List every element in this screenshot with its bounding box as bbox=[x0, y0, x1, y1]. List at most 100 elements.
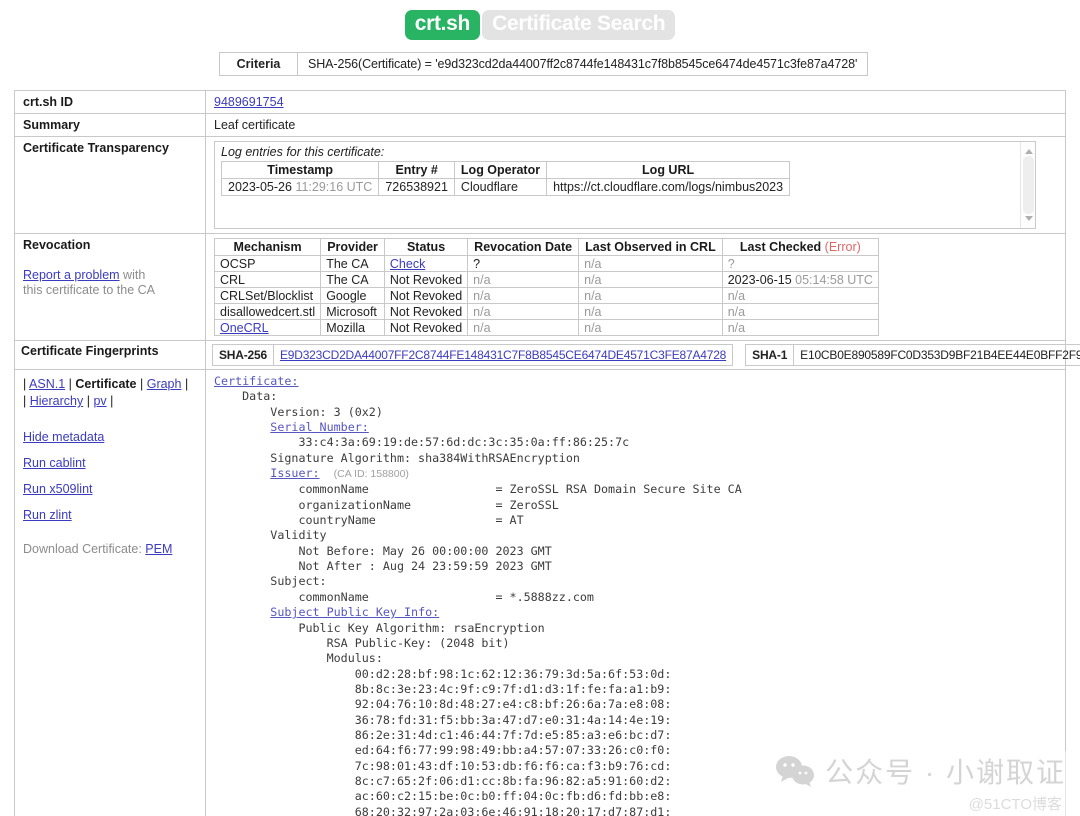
scrollbar-thumb[interactable] bbox=[1023, 156, 1034, 214]
rev-last-observed: n/a bbox=[578, 271, 723, 288]
revocation-table: Mechanism Provider Status Revocation Dat… bbox=[213, 238, 879, 336]
rev-status: Not Revoked bbox=[383, 319, 469, 336]
page-title: Certificate Search bbox=[482, 10, 676, 40]
sha256-value-link[interactable]: E9D323CD2DA44007FF2C8744FE148431C7F8B854… bbox=[280, 348, 726, 362]
rev-error-badge: (Error) bbox=[824, 240, 861, 254]
nav-sep: | bbox=[83, 394, 94, 408]
rev-provider: Mozilla bbox=[320, 319, 385, 336]
label-revocation: Revocation Report a problem with this ce… bbox=[14, 233, 206, 341]
certificate-anchor[interactable]: Certificate: bbox=[214, 374, 298, 388]
sidebar-item-pv[interactable]: pv bbox=[93, 394, 106, 408]
rev-provider: The CA bbox=[320, 271, 385, 288]
rev-last-checked: ? bbox=[721, 255, 879, 272]
crtsh-id-link[interactable]: 9489691754 bbox=[214, 95, 284, 109]
revocation-row: disallowedcert.stl Microsoft Not Revoked n/… bbox=[213, 303, 879, 320]
sha256-value-cell: E9D323CD2DA44007FF2C8744FE148431C7F8B854… bbox=[272, 344, 734, 366]
rev-mechanism: OCSP bbox=[213, 255, 322, 272]
value-revocation: Mechanism Provider Status Revocation Dat… bbox=[205, 233, 1066, 341]
row-revocation: Revocation Report a problem with this ce… bbox=[14, 233, 1066, 341]
rev-last-checked: n/a bbox=[721, 319, 879, 336]
rev-revocation-date: ? bbox=[467, 255, 580, 272]
download-certificate: Download Certificate: PEM bbox=[23, 542, 197, 556]
rev-revocation-date: n/a bbox=[467, 303, 580, 320]
scroll-up-icon[interactable] bbox=[1025, 149, 1033, 154]
ct-col-entry: Entry # bbox=[378, 161, 455, 179]
ct-caption: Log entries for this certificate: bbox=[221, 145, 385, 159]
criteria-label: Criteria bbox=[219, 52, 298, 76]
revocation-body: OCSP The CA Check? n/a? CRL The CA Not Revoked… bbox=[213, 255, 879, 336]
sidebar-item-certificate[interactable]: Certificate bbox=[75, 377, 136, 391]
row-fingerprints: Certificate Fingerprints SHA-256 E9D323C… bbox=[14, 340, 1080, 370]
rev-last-observed: n/a bbox=[578, 287, 723, 304]
brand-badge[interactable]: crt.sh bbox=[404, 10, 481, 40]
download-pem-link[interactable]: PEM bbox=[145, 542, 172, 556]
revocation-note: Report a problem with this certificate t… bbox=[23, 268, 197, 298]
spki-link[interactable]: Subject Public Key Info: bbox=[270, 605, 439, 619]
rev-col-provider: Provider bbox=[320, 238, 385, 256]
value-certificate-transparency: Log entries for this certificate: Timest… bbox=[205, 136, 1066, 234]
rev-provider: Google bbox=[320, 287, 385, 304]
row-summary: Summary Leaf certificate bbox=[14, 113, 1066, 137]
rev-revocation-date: n/a bbox=[467, 319, 580, 336]
rev-status: Not Revoked bbox=[383, 303, 469, 320]
report-problem-link[interactable]: Report a problem bbox=[23, 268, 120, 282]
revocation-row: CRLSet/Blocklist Google Not Revoked n/a n/a n… bbox=[213, 287, 879, 304]
value-summary: Leaf certificate bbox=[205, 113, 1066, 137]
rev-status-link[interactable]: Check bbox=[390, 257, 425, 271]
label-crtsh-id: crt.sh ID bbox=[14, 90, 206, 114]
nav-sep: | bbox=[106, 394, 114, 408]
download-label: Download Certificate: bbox=[23, 542, 142, 556]
revocation-header-row: Mechanism Provider Status Revocation Dat… bbox=[213, 238, 879, 256]
fingerprints-table: SHA-256 E9D323CD2DA44007FF2C8744FE148431… bbox=[212, 344, 1080, 366]
revocation-note-line2: this certificate to the CA bbox=[23, 283, 156, 297]
rev-revocation-date: n/a bbox=[467, 271, 580, 288]
rev-mechanism-link[interactable]: OneCRL bbox=[220, 321, 269, 335]
ct-header-row: Timestamp Entry # Log Operator Log URL bbox=[220, 161, 791, 179]
row-certificate-transparency: Certificate Transparency Log entries for… bbox=[14, 136, 1066, 234]
ct-log-operator: Cloudflare bbox=[453, 178, 548, 196]
certificate-detail-table: crt.sh ID 9489691754 Summary Leaf certif… bbox=[14, 90, 1080, 816]
run-cablint-link[interactable]: Run cablint bbox=[23, 456, 86, 470]
sidebar-item-graph[interactable]: Graph bbox=[147, 377, 182, 391]
rev-provider: The CA bbox=[320, 255, 385, 272]
row-crtsh-id: crt.sh ID 9489691754 bbox=[14, 90, 1066, 114]
rev-mechanism: disallowedcert.stl bbox=[213, 303, 322, 320]
rev-last-observed: n/a bbox=[578, 255, 723, 272]
ct-log-url: https://ct.cloudflare.com/logs/nimbus202… bbox=[546, 178, 791, 196]
rev-mechanism: OneCRL bbox=[213, 319, 322, 336]
rev-col-status: Status bbox=[383, 238, 469, 256]
rev-mechanism: CRLSet/Blocklist bbox=[213, 287, 322, 304]
page-root: crt.sh Certificate Search Criteria SHA-25… bbox=[0, 0, 1080, 816]
rev-last-checked: n/a bbox=[721, 303, 879, 320]
sidebar-panel: | ASN.1 | Certificate | Graph | | Hierarc… bbox=[14, 368, 206, 816]
nav-sep: | bbox=[136, 377, 147, 391]
ct-panel-scrollbar[interactable] bbox=[1020, 142, 1035, 228]
sidebar-nav: | ASN.1 | Certificate | Graph | | Hierarc… bbox=[23, 374, 197, 410]
sha256-label: SHA-256 bbox=[212, 344, 274, 366]
rev-last-checked-text: Last Checked bbox=[739, 240, 822, 254]
ct-col-operator: Log Operator bbox=[453, 161, 548, 179]
ct-timestamp: 2023-05-26 11:29:16 UTC bbox=[220, 178, 380, 196]
scroll-down-icon[interactable] bbox=[1025, 216, 1033, 221]
ct-log-inner: Log entries for this certificate: Timest… bbox=[215, 142, 1035, 196]
label-summary: Summary bbox=[14, 113, 206, 137]
issuer-link[interactable]: Issuer: bbox=[270, 466, 319, 480]
label-certificate-transparency: Certificate Transparency bbox=[14, 136, 206, 234]
revocation-note-rest: with bbox=[119, 268, 146, 282]
hide-metadata-link[interactable]: Hide metadata bbox=[23, 430, 104, 444]
run-x509lint-link[interactable]: Run x509lint bbox=[23, 482, 93, 496]
sidebar-item-hierarchy[interactable]: Hierarchy bbox=[30, 394, 84, 408]
criteria-value: SHA-256(Certificate) = 'e9d323cd2da44007… bbox=[296, 52, 869, 76]
rev-col-last-observed: Last Observed in CRL bbox=[578, 238, 723, 256]
rev-last-observed: n/a bbox=[578, 303, 723, 320]
ct-col-timestamp: Timestamp bbox=[220, 161, 380, 179]
sidebar-item-asn1[interactable]: ASN.1 bbox=[29, 377, 65, 391]
label-fingerprints: Certificate Fingerprints bbox=[14, 340, 206, 370]
rev-status: Not Revoked bbox=[383, 271, 469, 288]
rev-provider: Microsoft bbox=[320, 303, 385, 320]
run-zlint-link[interactable]: Run zlint bbox=[23, 508, 72, 522]
ct-date: 2023-05-26 bbox=[228, 180, 292, 194]
serial-number-link[interactable]: Serial Number: bbox=[270, 420, 369, 434]
ct-log-panel[interactable]: Log entries for this certificate: Timest… bbox=[214, 141, 1036, 229]
ct-col-url: Log URL bbox=[546, 161, 791, 179]
